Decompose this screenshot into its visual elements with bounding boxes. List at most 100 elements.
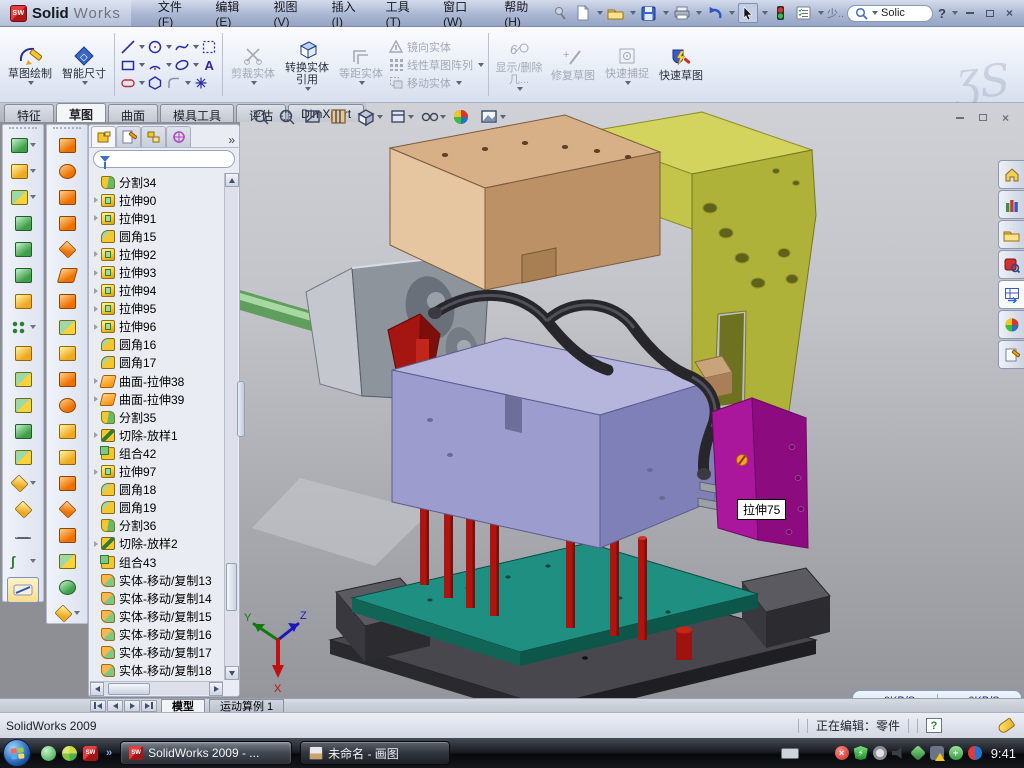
slide-insert-magenta[interactable] [712,398,808,548]
tree-horizontal-scrollbar[interactable] [90,681,223,695]
convert-entities-button[interactable]: 转换实体引用 [281,29,333,100]
app-restore-button[interactable] [981,6,998,21]
ellipse-icon[interactable] [173,56,191,73]
polygon-icon[interactable] [146,74,164,91]
offset-dropdown-icon[interactable] [359,81,365,85]
arc-icon[interactable] [146,56,164,73]
custom-properties-icon[interactable] [998,340,1024,369]
next-tab-button[interactable] [124,700,140,712]
tree-item[interactable]: 实体-移动/复制14 [91,589,223,607]
wizard-tool-icon[interactable] [3,288,43,314]
trim-dropdown-icon[interactable] [251,81,257,85]
tree-item[interactable]: 实体-移动/复制16 [91,625,223,643]
move-entities-dropdown-icon[interactable] [456,81,462,85]
undo-dropdown-icon[interactable] [729,11,735,15]
tree-vertical-scrollbar[interactable] [224,173,238,680]
display-delete-relations-button[interactable]: 6⁄ 显示/删除几... [493,29,545,100]
rectangle-dropdown-icon[interactable] [139,63,145,67]
select-dropdown-icon[interactable] [762,11,768,15]
new-document-icon[interactable] [573,3,593,23]
extrude-cut-icon[interactable] [3,158,43,184]
view-palette-icon[interactable] [998,280,1024,309]
reference-geometry-icon[interactable] [47,600,87,626]
plane-tool-icon[interactable] [3,496,43,522]
tree-item[interactable]: 拉伸95 [91,300,223,318]
line-dropdown-icon[interactable] [139,45,145,49]
tree-item[interactable]: 实体-移动/复制13 [91,571,223,589]
tab-mold-tools[interactable]: 模具工具 [160,104,234,122]
smart-dimension-button[interactable]: ◇ 智能尺寸 [58,29,110,100]
taskbar-clock[interactable]: 9:41 [991,746,1016,761]
toolbar-overflow-label[interactable]: 少.. [827,5,844,21]
expand-arrow-icon[interactable] [91,270,101,276]
extrude-boss-icon[interactable] [3,132,43,158]
print-dropdown-icon[interactable] [696,11,702,15]
sync-icon[interactable] [910,745,926,761]
circle-dropdown-icon[interactable] [166,45,172,49]
hscroll-thumb[interactable] [108,683,150,695]
rapid-sketch-button[interactable]: 快速草图 [655,29,707,100]
tab-model[interactable]: 模型 [161,699,205,712]
tree-item[interactable]: 圆角16 [91,336,223,354]
tab-surfaces[interactable]: 曲面 [108,104,158,122]
revolved-surface-icon[interactable] [47,158,87,184]
tree-item[interactable]: 拉伸93 [91,263,223,281]
tree-item[interactable]: 实体-移动/复制15 [91,607,223,625]
convert-dropdown-icon[interactable] [305,87,311,91]
extend-surface-icon[interactable] [47,340,87,366]
tab-features[interactable]: 特征 [4,104,54,122]
taskbar-window-solidworks[interactable]: SW SolidWorks 2009 - ... [120,741,292,765]
curve-tool-icon[interactable]: ʃ [3,548,43,574]
text-icon[interactable]: A [200,56,218,73]
tree-item[interactable]: 分割34 [91,173,223,191]
open-dropdown-icon[interactable] [630,11,636,15]
delete-face-icon[interactable] [47,496,87,522]
repair-sketch-button[interactable]: + 修复草图 [547,29,599,100]
health-shield-icon[interactable]: + [949,746,963,760]
tree-filter-input[interactable] [93,150,235,168]
sketch-fillet-dropdown-icon[interactable] [185,81,191,85]
insert-part-icon[interactable] [3,470,43,496]
expand-arrow-icon[interactable] [91,251,101,257]
app-minimize-button[interactable] [961,6,978,21]
tag-icon[interactable] [997,717,1016,734]
graphics-viewport[interactable]: Y Z X [240,103,1024,698]
antivirus-icon[interactable]: × [835,746,849,760]
move-entities-button[interactable]: 移动实体 [389,75,484,91]
lofted-surface-icon[interactable] [47,184,87,210]
network-warning-icon[interactable] [930,746,944,760]
slot-dropdown-icon[interactable] [139,81,145,85]
configuration-manager-tab-icon[interactable] [141,126,166,147]
boundary-surface-icon[interactable] [47,210,87,236]
measure-tool-button[interactable] [7,577,39,603]
planar-surface-icon[interactable] [47,262,87,288]
parting-surface-icon[interactable] [47,522,87,548]
search-box[interactable] [847,5,933,22]
options-list-icon[interactable] [794,3,814,23]
quick-snaps-button[interactable]: 快速捕捉 [601,29,653,100]
tree-item[interactable]: 拉伸96 [91,318,223,336]
volume-icon[interactable] [892,746,906,760]
expand-arrow-icon[interactable] [91,432,101,438]
tree-item[interactable]: 组合43 [91,553,223,571]
shield-lightning-icon[interactable]: ⚡ [854,746,868,760]
smart-dimension-dropdown-icon[interactable] [82,81,88,85]
scroll-thumb[interactable] [226,563,237,611]
rectangle-icon[interactable] [119,56,137,73]
display-delete-dropdown-icon[interactable] [517,87,523,91]
pattern-tool-icon[interactable] [3,314,43,340]
draft-tool-icon[interactable] [3,262,43,288]
taskbar-window-paint[interactable]: 未命名 - 画图 [300,741,450,765]
help-icon[interactable]: ? [936,6,948,21]
expand-arrow-icon[interactable] [91,288,101,294]
panel-splitter-handle[interactable] [237,381,245,437]
scroll-right-button[interactable] [209,682,223,696]
rebuild-traffic-light-icon[interactable] [771,3,791,23]
ellipse-dropdown-icon[interactable] [193,63,199,67]
save-icon[interactable] [639,3,659,23]
select-cursor-icon[interactable] [738,3,758,23]
tab-sketch[interactable]: 草图 [56,103,106,122]
tree-item[interactable]: 切除-放样2 [91,535,223,553]
tree-item[interactable]: 拉伸91 [91,209,223,227]
sketch-fillet-icon[interactable] [165,74,183,91]
